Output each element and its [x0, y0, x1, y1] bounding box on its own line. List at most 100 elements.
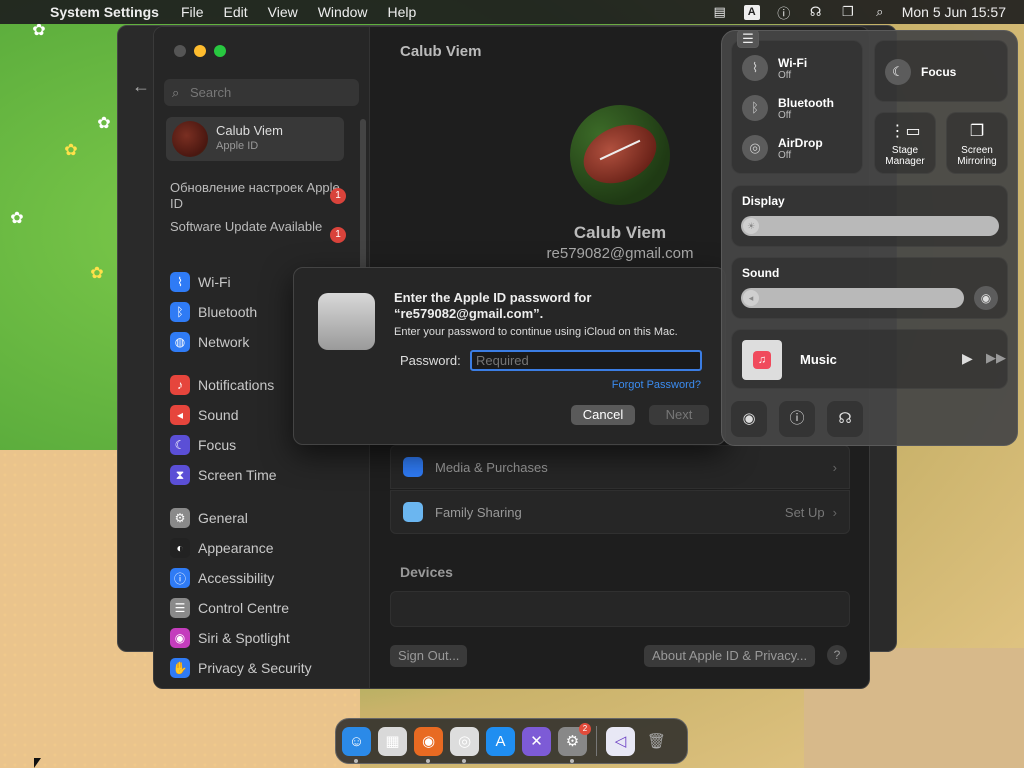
running-indicator: [426, 758, 430, 763]
dock-app-store-icon[interactable]: A: [486, 726, 515, 756]
zoom-button[interactable]: [214, 45, 226, 57]
menu-bar: System Settings File Edit View Window He…: [0, 0, 1024, 48]
stage-manager-status-icon[interactable]: ▤: [712, 4, 728, 20]
sidebar-item-control-centre[interactable]: ☰ Control Centre: [170, 596, 350, 620]
control-centre-panel: ⌇ Wi-Fi Off ᛒ Bluetooth Off ◎ AirDrop Off ☾…: [721, 30, 1018, 446]
dialog-heading: Enter the Apple ID password for “re57908…: [394, 290, 592, 321]
sidebar-item-privacy-security[interactable]: ✋ Privacy & Security: [170, 656, 350, 680]
menu-file[interactable]: File: [181, 4, 204, 20]
play-icon[interactable]: ▶: [962, 350, 973, 367]
back-arrow-icon[interactable]: ←: [132, 76, 150, 97]
about-apple-id-button[interactable]: About Apple ID & Privacy...: [644, 645, 816, 667]
page-title: Calub Viem: [400, 43, 482, 60]
sidebar-item-appearance[interactable]: ◐ Appearance: [170, 536, 350, 560]
dock-firefox-icon[interactable]: ◉: [414, 726, 443, 763]
globe-icon: ◍: [170, 332, 190, 352]
sign-out-button[interactable]: Sign Out...: [390, 645, 468, 667]
airplay-audio-icon[interactable]: ◉: [974, 286, 998, 310]
spotlight-search-icon[interactable]: ⌕: [872, 4, 888, 20]
gear-icon: ⚙: [170, 508, 190, 528]
speaker-icon: ◂: [170, 405, 190, 425]
siri-icon: ◉: [170, 628, 190, 648]
sidebar-item-screen-time[interactable]: ⧗ Screen Time: [170, 463, 350, 487]
sun-icon: ☀: [743, 218, 759, 234]
dock-launchpad-icon[interactable]: ▦: [378, 726, 407, 756]
dock-trash-icon[interactable]: 🗑: [642, 727, 671, 756]
profile-email: re579082@gmail.com: [546, 245, 694, 262]
dock-system-settings-icon[interactable]: ⚙ 2: [558, 722, 591, 763]
wifi-off-icon: ⌇: [742, 55, 768, 81]
menu-window[interactable]: Window: [318, 4, 368, 20]
sidebar-item-label: Wi-Fi: [198, 274, 231, 290]
dock-finder-icon[interactable]: ☺: [342, 726, 371, 763]
password-field[interactable]: [470, 350, 702, 371]
moon-icon: ☾: [170, 435, 190, 455]
accessibility-status-icon[interactable]: ⓘ: [776, 3, 792, 22]
bluetooth-toggle[interactable]: ᛒ Bluetooth Off: [742, 95, 834, 121]
hearing-status-icon[interactable]: ☊: [808, 4, 824, 20]
sidebar-item-label: Siri & Spotlight: [198, 630, 290, 646]
sidebar-scrollbar[interactable]: [360, 119, 366, 279]
fast-forward-icon[interactable]: ▶▶: [986, 350, 1006, 366]
wifi-icon: ⌇: [170, 272, 190, 292]
connectivity-tile: ⌇ Wi-Fi Off ᛒ Bluetooth Off ◎ AirDrop Off: [731, 40, 863, 174]
sidebar-item-accessibility[interactable]: ⓘ Accessibility: [170, 566, 350, 590]
app-store-icon: [403, 457, 423, 477]
dock-visual-studio-icon[interactable]: ◁: [606, 726, 635, 756]
help-button[interactable]: ?: [827, 645, 847, 665]
sidebar-item-general[interactable]: ⚙ General: [170, 506, 350, 530]
stage-manager-tile[interactable]: ⋮▭ Stage Manager: [874, 112, 936, 174]
screen-mirroring-tile[interactable]: ❐ Screen Mirroring: [946, 112, 1008, 174]
sidebar-notice-software-update[interactable]: Software Update Available 1: [170, 219, 350, 243]
search-placeholder: Search: [190, 85, 232, 100]
sidebar-item-label: General: [198, 510, 248, 526]
sidebar-item-siri-spotlight[interactable]: ◉ Siri & Spotlight: [170, 626, 350, 650]
wifi-toggle[interactable]: ⌇ Wi-Fi Off: [742, 55, 807, 81]
screen-mirroring-status-icon[interactable]: ❐: [840, 4, 856, 20]
accessibility-shortcut-icon[interactable]: ⓘ: [779, 401, 815, 437]
close-button[interactable]: [174, 45, 186, 57]
flower-decoration: ✿: [10, 210, 24, 227]
control-centre-icon[interactable]: ☰: [737, 30, 759, 48]
screen-mirroring-icon: ❐: [969, 123, 985, 140]
next-button[interactable]: Next: [649, 405, 709, 425]
sidebar-item-label: Privacy & Security: [198, 660, 312, 676]
sidebar-item-label: Screen Time: [198, 467, 277, 483]
minimize-button[interactable]: [194, 45, 206, 57]
user-switch-icon[interactable]: ◉: [731, 401, 767, 437]
airdrop-toggle[interactable]: ◎ AirDrop Off: [742, 135, 823, 161]
row-value: Set Up: [784, 504, 825, 520]
menu-app-name[interactable]: System Settings: [50, 4, 159, 20]
row-media-purchases[interactable]: Media & Purchases ›: [390, 445, 850, 489]
menu-help[interactable]: Help: [388, 4, 417, 20]
input-source-icon[interactable]: A: [743, 4, 760, 20]
sidebar-search[interactable]: ⌕ Search: [164, 79, 359, 106]
flower-decoration: ✿: [97, 115, 111, 132]
sidebar-apple-id-profile[interactable]: Calub Viem Apple ID: [166, 117, 344, 161]
focus-label: Focus: [921, 65, 957, 79]
dock-xcode-tool-icon[interactable]: ✕: [522, 726, 551, 756]
menu-view[interactable]: View: [268, 4, 298, 20]
volume-slider[interactable]: ◂: [741, 288, 964, 308]
profile-picture[interactable]: [570, 105, 670, 205]
airdrop-state: Off: [778, 149, 792, 161]
display-brightness-slider[interactable]: ☀: [741, 216, 999, 236]
row-family-sharing[interactable]: Family Sharing Set Up ›: [390, 490, 850, 534]
bluetooth-state: Off: [778, 109, 792, 121]
sound-tile: Sound ◂ ◉: [731, 257, 1008, 319]
bluetooth-label: Bluetooth: [778, 95, 834, 110]
hearing-icon[interactable]: ☊: [827, 401, 863, 437]
menu-edit[interactable]: Edit: [224, 4, 248, 20]
forgot-password-link[interactable]: Forgot Password?: [612, 379, 701, 391]
bluetooth-icon: ᛒ: [742, 95, 768, 121]
menu-clock[interactable]: Mon 5 Jun 15:57: [902, 4, 1006, 20]
dock-badge: 2: [579, 722, 591, 735]
sidebar-notice-apple-id[interactable]: Обновление настроек Apple ID 1: [170, 180, 350, 212]
devices-heading: Devices: [400, 564, 453, 580]
cancel-button[interactable]: Cancel: [571, 405, 635, 425]
focus-tile[interactable]: ☾ Focus: [874, 40, 1008, 102]
dock-separator: [596, 726, 597, 756]
dock-chrome-icon[interactable]: ◎: [450, 726, 479, 763]
music-label: Music: [800, 352, 837, 367]
sidebar-item-label: Notifications: [198, 377, 275, 393]
